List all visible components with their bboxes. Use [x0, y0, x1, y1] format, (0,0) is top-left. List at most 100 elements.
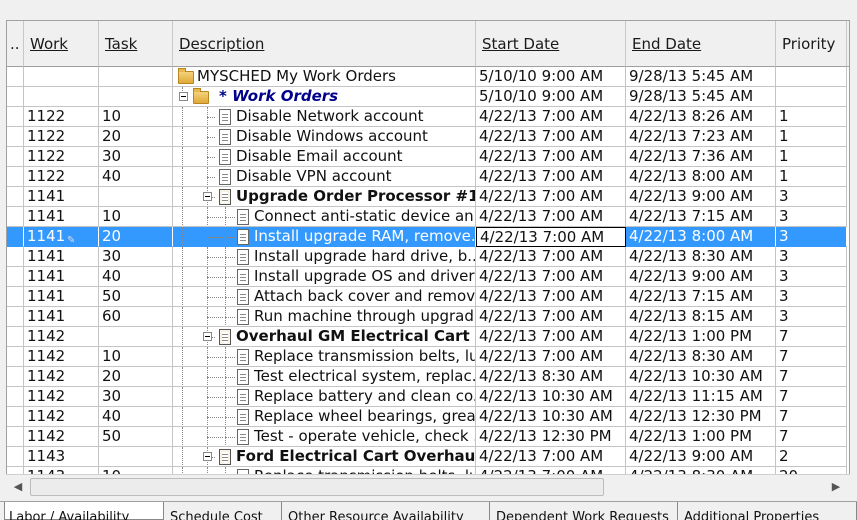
description-cell[interactable]: Disable Network account: [173, 107, 476, 127]
row-selector-cell[interactable]: [7, 147, 24, 167]
task-cell[interactable]: 20: [99, 367, 173, 387]
work-cell[interactable]: 1122: [24, 107, 99, 127]
description-cell[interactable]: Install upgrade OS and drivers: [173, 267, 476, 287]
work-cell[interactable]: 1142: [24, 367, 99, 387]
description-cell[interactable]: Install upgrade RAM, remove...: [173, 227, 476, 247]
priority-cell[interactable]: 7: [776, 407, 847, 427]
work-cell[interactable]: 1141: [24, 247, 99, 267]
table-row[interactable]: 1122 30 Disable Email account 4/22/13 7:00 …: [7, 147, 847, 167]
table-row[interactable]: 1142 20 Test electrical system, replac... 4…: [7, 367, 847, 387]
row-selector-cell[interactable]: [7, 247, 24, 267]
tab-schedule-cost[interactable]: Schedule Cost: [166, 502, 282, 520]
priority-cell[interactable]: 1: [776, 167, 847, 187]
end-date-cell[interactable]: 4/22/13 1:00 PM: [626, 427, 776, 447]
row-selector-cell[interactable]: [7, 387, 24, 407]
row-selector-cell[interactable]: [7, 427, 24, 447]
table-row[interactable]: 1141 30 Install upgrade hard drive, b... 4/…: [7, 247, 847, 267]
priority-cell[interactable]: 1: [776, 127, 847, 147]
task-cell[interactable]: 40: [99, 407, 173, 427]
column-header-end-date[interactable]: End Date: [626, 21, 776, 67]
row-selector-cell[interactable]: [7, 327, 24, 347]
description-cell[interactable]: Connect anti-static device an...: [173, 207, 476, 227]
row-selector-cell[interactable]: [7, 207, 24, 227]
row-selector-cell[interactable]: [7, 347, 24, 367]
tab-labor-availability[interactable]: Labor / Availability: [4, 502, 164, 520]
priority-cell[interactable]: 3: [776, 287, 847, 307]
table-row[interactable]: 1122 40 Disable VPN account 4/22/13 7:00 AM…: [7, 167, 847, 187]
description-cell[interactable]: Install upgrade hard drive, b...: [173, 247, 476, 267]
table-row[interactable]: 1141 60 Run machine through upgrad... 4/22/…: [7, 307, 847, 327]
table-row[interactable]: 1142 10 Replace transmission belts, lu... 4…: [7, 347, 847, 367]
end-date-cell[interactable]: 4/22/13 9:00 AM: [626, 187, 776, 207]
description-cell[interactable]: Attach back cover and remov...: [173, 287, 476, 307]
task-cell[interactable]: 30: [99, 147, 173, 167]
row-selector-cell[interactable]: [7, 307, 24, 327]
end-date-cell[interactable]: 4/22/13 9:00 AM: [626, 267, 776, 287]
end-date-cell[interactable]: 9/28/13 5:45 AM: [626, 67, 776, 87]
end-date-cell[interactable]: 4/22/13 10:30 AM: [626, 367, 776, 387]
start-date-cell[interactable]: 4/22/13 10:30 AM: [476, 407, 626, 427]
start-date-cell[interactable]: 4/22/13 8:30 AM: [476, 367, 626, 387]
start-date-cell[interactable]: 4/22/13 7:00 AM: [476, 307, 626, 327]
row-selector-cell[interactable]: [7, 87, 24, 107]
work-cell[interactable]: [24, 67, 99, 87]
description-cell[interactable]: Disable Windows account: [173, 127, 476, 147]
work-cell[interactable]: [24, 87, 99, 107]
table-row[interactable]: 1142 Overhaul GM Electrical Cart 4/22/13 7…: [7, 327, 847, 347]
task-cell[interactable]: 50: [99, 287, 173, 307]
priority-cell[interactable]: 7: [776, 347, 847, 367]
work-cell[interactable]: 1142: [24, 427, 99, 447]
work-cell[interactable]: 1141: [24, 287, 99, 307]
work-cell[interactable]: 1142: [24, 347, 99, 367]
end-date-cell[interactable]: 4/22/13 7:23 AM: [626, 127, 776, 147]
tab-dependent-work-requests[interactable]: Dependent Work Requests: [492, 502, 678, 520]
start-date-cell[interactable]: 5/10/10 9:00 AM: [476, 67, 626, 87]
row-selector-cell[interactable]: [7, 67, 24, 87]
task-cell[interactable]: [99, 327, 173, 347]
tab-other-resource-availability[interactable]: Other Resource Availability: [284, 502, 490, 520]
row-selector-cell[interactable]: [7, 407, 24, 427]
priority-cell[interactable]: 3: [776, 187, 847, 207]
row-selector-cell[interactable]: [7, 127, 24, 147]
task-cell[interactable]: 10: [99, 107, 173, 127]
priority-cell[interactable]: 1: [776, 107, 847, 127]
collapse-icon[interactable]: [203, 332, 212, 341]
end-date-cell[interactable]: 4/22/13 8:00 AM: [626, 227, 776, 247]
column-header-start-date[interactable]: Start Date: [476, 21, 626, 67]
row-selector-cell[interactable]: [7, 447, 24, 467]
work-cell[interactable]: 1142: [24, 327, 99, 347]
task-cell[interactable]: [99, 187, 173, 207]
end-date-cell[interactable]: 4/22/13 1:00 PM: [626, 327, 776, 347]
work-cell[interactable]: 1142: [24, 407, 99, 427]
priority-cell[interactable]: 3: [776, 247, 847, 267]
end-date-cell[interactable]: 4/22/13 8:30 AM: [626, 347, 776, 367]
description-cell[interactable]: Test electrical system, replac...: [173, 367, 476, 387]
priority-cell[interactable]: 3: [776, 267, 847, 287]
work-cell[interactable]: 1122: [24, 147, 99, 167]
priority-cell[interactable]: 1: [776, 147, 847, 167]
start-date-cell[interactable]: 4/22/13 7:00 AM: [476, 147, 626, 167]
task-cell[interactable]: 40: [99, 267, 173, 287]
task-cell[interactable]: 60: [99, 307, 173, 327]
start-date-cell[interactable]: 4/22/13 7:00 AM: [476, 347, 626, 367]
row-selector-cell[interactable]: [7, 187, 24, 207]
task-cell[interactable]: [99, 87, 173, 107]
table-row[interactable]: 1122 20 Disable Windows account 4/22/13 7:0…: [7, 127, 847, 147]
work-cell[interactable]: 1141: [24, 187, 99, 207]
end-date-cell[interactable]: 4/22/13 8:26 AM: [626, 107, 776, 127]
priority-cell[interactable]: 2: [776, 447, 847, 467]
description-cell[interactable]: MYSCHED My Work Orders: [173, 67, 476, 87]
description-cell[interactable]: Overhaul GM Electrical Cart: [173, 327, 476, 347]
task-cell[interactable]: 10: [99, 207, 173, 227]
table-row[interactable]: 1141 Upgrade Order Processor #1 4/22/13 7:…: [7, 187, 847, 207]
description-cell[interactable]: Disable Email account: [173, 147, 476, 167]
table-row[interactable]: 1141 10 Connect anti-static device an... 4/…: [7, 207, 847, 227]
work-cell[interactable]: 1122: [24, 167, 99, 187]
row-selector-cell[interactable]: [7, 227, 24, 247]
start-date-cell[interactable]: 4/22/13 7:00 AM: [476, 107, 626, 127]
table-row[interactable]: * Work Orders 5/10/10 9:00 AM 9/28/13 5:45…: [7, 87, 847, 107]
start-date-cell[interactable]: 4/22/13 12:30 PM: [476, 427, 626, 447]
table-row[interactable]: 1141 ✎ 20 Install upgrade RAM, remove... 4/2…: [7, 227, 847, 247]
table-row[interactable]: 1142 30 Replace battery and clean co... 4/2…: [7, 387, 847, 407]
task-cell[interactable]: [99, 447, 173, 467]
